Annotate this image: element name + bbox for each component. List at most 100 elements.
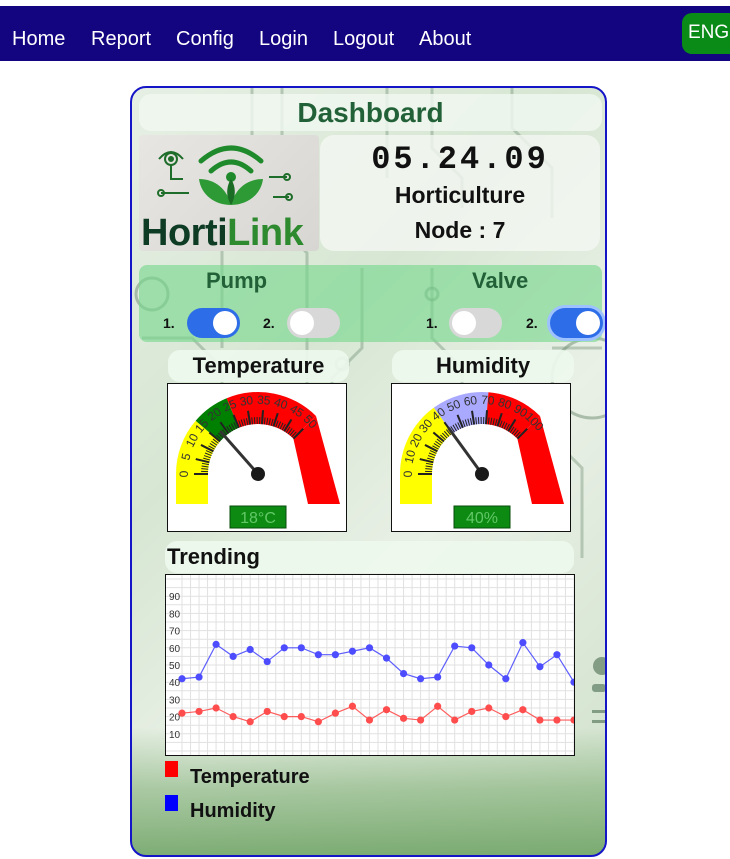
chart-point-temperature [382, 706, 391, 714]
humidity-gauge-dial: 01020304050 60 70 809010040% [400, 392, 564, 529]
chart-y-tick-label: 70 [169, 627, 181, 638]
chart-point-temperature [297, 713, 305, 721]
trending-chart: 10 20 30 40 50 60 70 80 90 [165, 574, 575, 756]
hortilink-logo: HortiLink [139, 135, 319, 254]
chart-point-humidity [519, 639, 527, 647]
humidity-gauge-label: Humidity [392, 350, 574, 382]
nav-config-link[interactable]: Config [176, 27, 234, 51]
chart-point-humidity [331, 651, 339, 659]
chart-point-humidity [536, 663, 544, 671]
chart-point-humidity [297, 644, 305, 652]
chart-y-tick-label: 90 [169, 592, 181, 603]
toggle-knob [452, 311, 476, 335]
legend-humidity-label: Humidity [190, 800, 276, 822]
valve-label: Valve [472, 268, 529, 293]
temperature-gauge-needle-hub [251, 467, 265, 481]
chart-point-temperature [314, 718, 322, 726]
chart-point-humidity [263, 657, 271, 666]
clock-display: 05.24.09 [371, 141, 549, 178]
chart-point-humidity [451, 642, 459, 650]
toggle-knob [290, 311, 314, 335]
chart-point-temperature [229, 713, 237, 721]
chart-point-temperature [263, 707, 271, 716]
chart-point-humidity [502, 675, 510, 683]
chart-y-tick-label: 50 [169, 661, 181, 672]
temperature-gauge-tick-label: 0 [177, 470, 191, 477]
chart-point-temperature [417, 716, 425, 724]
legend-temperature-swatch [165, 761, 178, 777]
chart-point-humidity [553, 651, 561, 659]
chart-point-temperature [348, 702, 357, 710]
chart-point-temperature [451, 716, 459, 724]
chart-point-temperature [502, 713, 510, 721]
chart-point-humidity [570, 678, 574, 686]
humidity-gauge-tick-label: 70 [481, 393, 496, 408]
chart-point-temperature [246, 718, 254, 726]
valve-1-toggle[interactable] [449, 308, 502, 338]
temperature-gauge-tick-label: 35 [257, 393, 272, 408]
chart-point-humidity [485, 661, 493, 669]
humidity-gauge-tick-label: 60 [463, 393, 479, 409]
logo-wordmark: HortiLink [141, 212, 304, 254]
humidity-gauge-band-base-left [400, 474, 432, 504]
chart-point-humidity [382, 654, 391, 662]
humidity-gauge-needle-hub [475, 467, 489, 481]
nav-logout-link[interactable]: Logout [333, 27, 394, 51]
chart-point-humidity [178, 675, 186, 683]
dashboard-title: Dashboard [297, 97, 444, 128]
temperature-gauge: 0 5 10 15 20 25 30 35 40 45 50 18°C [167, 383, 347, 532]
node-id: Node : 7 [414, 217, 506, 243]
pump-1-number: 1. [163, 315, 175, 331]
pump-1-toggle[interactable] [187, 308, 240, 338]
valve-2-toggle[interactable] [550, 308, 603, 338]
wifi-leaf-icon [157, 145, 293, 205]
pump-label: Pump [206, 268, 268, 293]
legend-temperature-label: Temperature [190, 766, 310, 788]
chart-point-temperature [434, 702, 442, 710]
humidity-gauge: 0 10 20 30 40 50 60 70 80 90 100 40% [391, 383, 571, 532]
temperature-gauge-tick-label: 30 [239, 393, 255, 409]
temperature-gauge-minor-tick [201, 468, 209, 470]
chart-point-temperature [212, 704, 220, 712]
chart-point-humidity [365, 644, 374, 652]
chart-point-humidity [246, 645, 254, 654]
chart-point-temperature [280, 713, 288, 721]
temperature-gauge-dial: 0510152025 30 35 40455018°C [176, 392, 340, 529]
chart-y-tick-label: 80 [169, 609, 181, 620]
nav-login-link[interactable]: Login [259, 27, 308, 51]
chart-point-temperature [468, 707, 476, 716]
temperature-gauge-readout: 18°C [240, 510, 276, 527]
nav-report-link[interactable]: Report [91, 27, 151, 51]
temperature-gauge-label: Temperature [168, 350, 349, 382]
humidity-gauge-readout: 40% [466, 510, 498, 527]
language-button[interactable]: ENG [682, 13, 730, 54]
nav-about-link[interactable]: About [419, 27, 471, 51]
trending-chart-svg: 102030405060708090 [166, 575, 574, 755]
chart-point-temperature [485, 704, 493, 712]
legend-humidity-swatch [165, 795, 178, 811]
nav-home-link[interactable]: Home [12, 27, 65, 51]
chart-point-temperature [553, 716, 561, 724]
chart-y-tick-label: 10 [169, 730, 181, 741]
chart-point-humidity [195, 673, 203, 681]
chart-point-temperature [519, 706, 527, 714]
node-info-box: 05.24.09 Horticulture Node : 7 [320, 135, 600, 251]
humidity-gauge-needle [447, 427, 484, 476]
chart-point-temperature [365, 716, 374, 724]
trending-label: Trending [165, 541, 574, 573]
chart-point-humidity [212, 640, 220, 648]
pump-2-toggle[interactable] [287, 308, 340, 338]
valve-1-number: 1. [426, 315, 438, 331]
chart-point-humidity [348, 647, 357, 655]
humidity-gauge-tick-label: 0 [401, 470, 415, 477]
dashboard-panel: Dashboard HortiLink 05.24.09 Horticultur… [130, 86, 607, 857]
chart-point-humidity [399, 670, 408, 678]
chart-point-humidity [417, 675, 425, 683]
temperature-gauge-major-tick [260, 410, 265, 425]
chart-point-temperature [536, 716, 544, 724]
chart-point-temperature [399, 714, 408, 722]
chart-point-temperature [195, 707, 203, 716]
dashboard-title-box: Dashboard [139, 94, 602, 131]
chart-y-tick-label: 60 [169, 644, 181, 655]
chart-point-humidity [280, 644, 288, 652]
